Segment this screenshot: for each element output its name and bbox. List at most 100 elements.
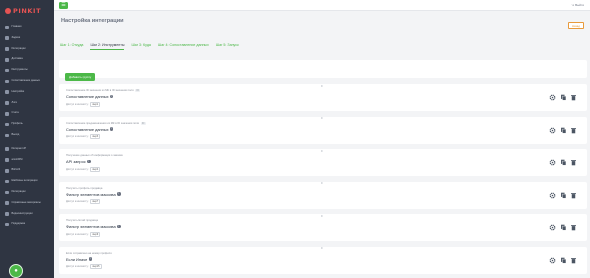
sidebar-item[interactable]: Шаблоны интеграции [0,176,54,187]
gear-icon[interactable] [549,192,556,199]
logo[interactable]: PINKIT [0,0,54,22]
sidebar-item[interactable]: Настройки [0,87,54,98]
add-group-button[interactable]: Добавить группу [65,73,96,81]
context-tag: step7 [90,199,101,204]
card-title: Сопоставление данных i [66,94,114,99]
back-button[interactable]: Назад [568,22,584,29]
card-meta: Доступ к контексту: step3 [66,134,101,139]
card-actions [549,192,577,199]
sidebar-item[interactable]: Сопоставление данных [0,76,54,87]
card-title: Сопоставление данных i [66,126,114,132]
info-icon[interactable]: i [87,159,91,164]
tab-step-5[interactable]: Шаг 5: Запуск [216,43,239,50]
settings-icon [5,90,9,94]
drag-handle-icon[interactable]: ≡ [321,149,323,153]
add-group-bar: Добавить группу [59,60,587,81]
sidebar-item[interactable]: Интернет-IP [0,144,54,155]
copy-icon[interactable] [560,224,567,231]
globe-icon [5,147,9,151]
tab-step-4[interactable]: Шаг 4: Сопоставление данных [158,43,209,50]
card-subtitle: Получить профиль продавца [66,186,103,190]
gear-icon[interactable] [549,257,556,264]
sidebar-item[interactable]: Главная [0,22,54,33]
integrations-icon [5,47,9,51]
card-subtitle: Сопоставление ID значения из МК в ID зна… [66,89,141,92]
trash-icon[interactable] [570,94,577,101]
gear-icon[interactable] [549,94,556,101]
trash-icon[interactable] [570,257,577,264]
tools-icon [5,68,9,73]
gear-icon[interactable] [549,224,556,231]
card-subtitle: Получить Email продавца [66,219,98,222]
sidebar-item[interactable]: Поддержка [0,219,54,230]
info-icon[interactable]: i [117,192,121,196]
card-meta: Доступ к контексту: step9 [66,231,101,237]
menu-icon[interactable]: ☰ [59,2,68,9]
info-icon[interactable]: i [88,257,93,261]
copy-icon[interactable] [560,127,567,134]
drag-handle-icon[interactable]: ≡ [321,117,323,120]
context-tag: step9 [90,231,101,237]
copy-icon[interactable] [560,94,567,101]
sidebar-item[interactable]: Инструменты [0,65,54,76]
chat-icon[interactable]: ● [9,264,23,278]
sidebar-item[interactable]: Видеоинструкции [0,209,54,220]
trash-icon[interactable] [570,127,577,134]
invoice-icon [5,112,9,116]
tool-card: ≡ Сопоставление предназначения из МК в I… [59,116,587,144]
sidebar-item[interactable]: Выход [0,130,54,141]
drag-handle-icon[interactable]: ≡ [321,84,323,88]
logout-icon [5,133,9,138]
video-icon [5,212,9,216]
page-title: Настройка интеграции [61,18,124,24]
sidebar-item[interactable]: Счета [0,108,54,119]
tab-step-3[interactable]: Шаг 3: Куда [131,43,150,50]
tab-step-1[interactable]: Шаг 1: Откуда [60,43,83,50]
book-icon [5,201,9,205]
sidebar-item[interactable]: amoCRM [0,155,54,166]
card-actions [549,127,577,134]
info-icon[interactable]: i [117,224,121,229]
gear-icon[interactable] [549,127,556,134]
card-title: Фильтр элементов массива i [66,191,121,197]
sidebar-item[interactable]: Справочные материалы [0,198,54,209]
info-icon[interactable]: i [110,127,114,131]
context-tag: step4 [90,166,101,172]
sidebar-item[interactable]: Доставка [0,54,54,65]
sidebar-item[interactable]: Bitrix24 [0,165,54,176]
sidebar-item[interactable]: Логи [0,98,54,109]
gear-icon[interactable] [549,159,556,166]
context-tag: step3 [90,134,101,139]
drag-handle-icon[interactable]: ≡ [321,247,323,250]
sidebar: PINKIT Главная Задачи Интеграции Доставк… [0,0,54,278]
profile-icon [5,122,9,127]
integration-icon [5,190,9,195]
copy-icon[interactable] [560,159,567,166]
trash-icon[interactable] [570,224,577,231]
drag-handle-icon[interactable]: ≡ [321,214,323,218]
drag-handle-icon[interactable]: ≡ [321,182,323,185]
template-icon [5,179,9,184]
tab-step-2[interactable]: Шаг 2: Инструменты [90,43,125,50]
sidebar-item[interactable]: Интеграции [0,44,54,55]
trash-icon[interactable] [570,192,577,199]
delivery-icon [5,58,9,62]
card-title: Фильтр элементов массива i [66,224,121,229]
context-tag: step15 [90,264,102,269]
tools-list: Добавить группу ≡ Сопоставление ID значе… [59,60,587,278]
logs-icon [5,101,9,105]
copy-icon[interactable] [560,257,567,264]
id-pill: ID [135,89,141,92]
copy-icon[interactable] [560,192,567,199]
tool-card: ≡ Сопоставление ID значения из МК в ID з… [59,84,587,111]
info-icon[interactable]: i [110,94,114,99]
sidebar-item[interactable]: Профиль [0,119,54,130]
trash-icon[interactable] [570,159,577,166]
sidebar-item[interactable]: Задачи [0,33,54,44]
logout-arrow-icon: ↪ [571,3,575,7]
logo-text: PINKIT [13,7,42,15]
card-actions [549,257,577,264]
card-meta: Доступ к контексту: step1 [66,101,101,107]
sidebar-item[interactable]: Интеграции [0,187,54,198]
exit-link[interactable]: ↪ Выйти [572,3,584,7]
